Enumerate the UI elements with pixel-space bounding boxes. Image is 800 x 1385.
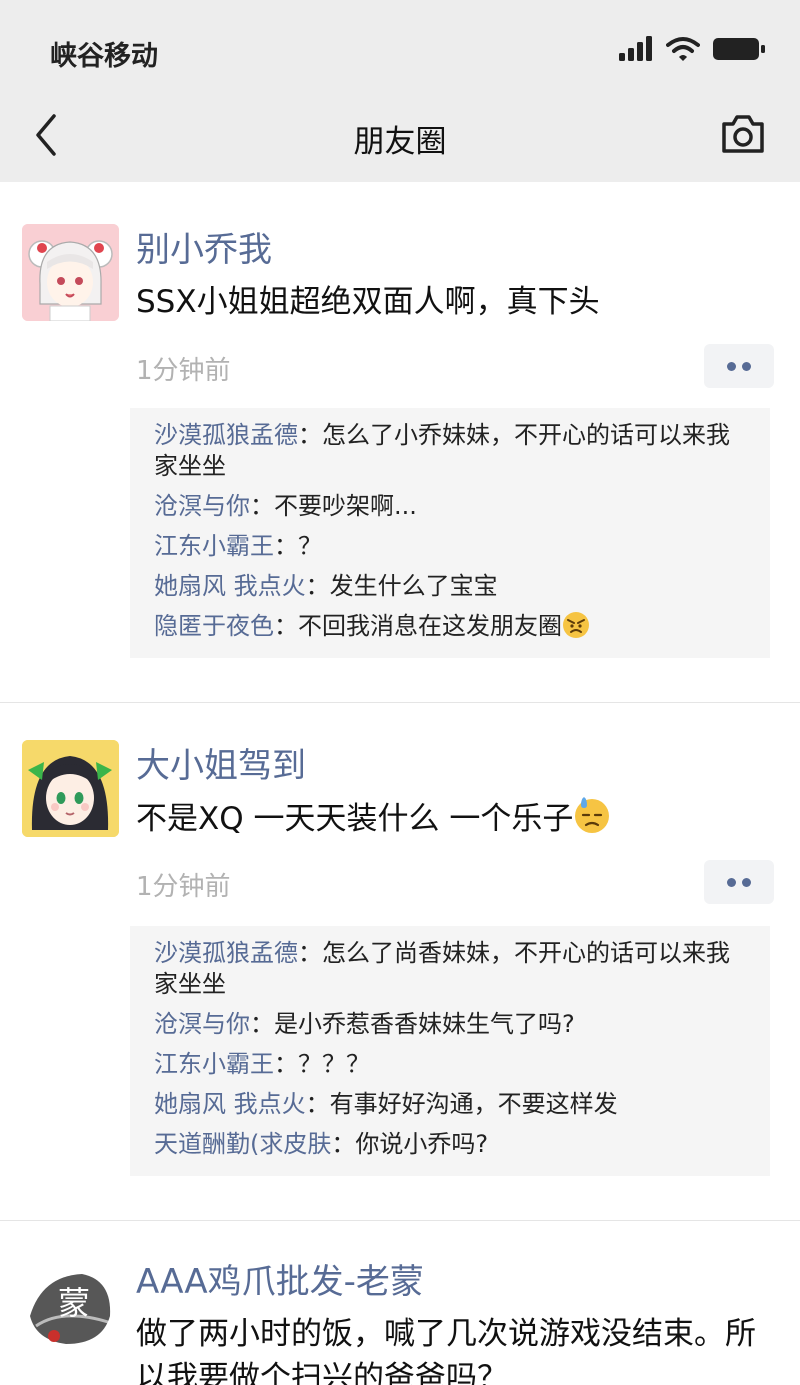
comment-text: ：不回我消息在这发朋友圈	[274, 612, 562, 640]
sweat-emoji-icon	[575, 797, 610, 833]
comment-author[interactable]: 隐匿于夜色	[154, 612, 274, 640]
top-bar: 峡谷移动 朋友圈	[0, 0, 800, 182]
comment-author[interactable]: 江东小霸王	[154, 532, 274, 560]
post-text: 做了两小时的饭，喊了几次说游戏没结束。所以我要做个扫兴的爸爸吗？	[136, 1316, 756, 1385]
comment[interactable]: 沧溟与你：是小乔惹香香妹妹生气了吗?	[154, 1009, 746, 1040]
comment-section: 沙漠孤狼孟德：怎么了尚香妹妹，不开心的话可以来我家坐坐 沧溟与你：是小乔惹香香妹…	[130, 926, 770, 1176]
post-author[interactable]: 别小乔我	[136, 222, 272, 271]
camera-button[interactable]	[720, 112, 766, 156]
comment-text: ：？？？	[274, 1050, 370, 1078]
comment-text: ：不要吵架啊...	[250, 492, 417, 520]
comment-text: ：是小乔惹香香妹妹生气了吗?	[250, 1010, 575, 1038]
battery-icon	[713, 38, 765, 60]
comment-author[interactable]: 沧溟与你	[154, 1010, 250, 1038]
post-text: SSX小姐姐超绝双面人啊，真下头	[136, 284, 600, 320]
comment-section: 沙漠孤狼孟德：怎么了小乔妹妹，不开心的话可以来我家坐坐 沧溟与你：不要吵架啊..…	[130, 408, 770, 658]
comment-text: ：发生什么了宝宝	[305, 572, 498, 600]
signal-icon	[619, 36, 652, 61]
post-text: 不是XQ 一天天装什么 一个乐子	[136, 796, 766, 841]
comment[interactable]: 沙漠孤狼孟德：怎么了小乔妹妹，不开心的话可以来我家坐坐	[154, 420, 746, 482]
comment[interactable]: 隐匿于夜色：不回我消息在这发朋友圈	[154, 611, 746, 642]
comment-author[interactable]: 沙漠孤狼孟德	[154, 939, 298, 967]
moment-post: 蒙 AAA鸡爪批发-老蒙 做了两小时的饭，喊了几次说游戏没结束。所以我要做个扫兴…	[0, 1220, 800, 1385]
comment-author[interactable]: 她扇风 我点火	[154, 572, 306, 600]
carrier-name: 峡谷移动	[50, 41, 158, 72]
avatar[interactable]	[22, 740, 119, 837]
angry-emoji-icon	[563, 612, 589, 638]
status-icons	[618, 36, 766, 62]
comment-text: ：你说小乔吗?	[331, 1130, 489, 1158]
moment-post: 别小乔我 SSX小姐姐超绝双面人啊，真下头 1分钟前 沙漠孤狼孟德：怎么了小乔妹…	[0, 182, 800, 702]
post-author[interactable]: 大小姐驾到	[136, 738, 306, 787]
comment-author[interactable]: 江东小霸王	[154, 1050, 274, 1078]
camera-icon	[722, 115, 764, 153]
comment[interactable]: 她扇风 我点火：发生什么了宝宝	[154, 571, 746, 602]
more-actions-button[interactable]	[704, 344, 774, 388]
moment-post: 大小姐驾到 不是XQ 一天天装什么 一个乐子 1分钟前 沙漠孤狼孟德：怎么了尚香…	[0, 702, 800, 1220]
page-title: 朋友圈	[353, 124, 447, 160]
avatar-glyph: 蒙	[58, 1284, 90, 1322]
comment-text: ：有事好好沟通，不要这样发	[305, 1090, 618, 1118]
post-time: 1分钟前	[136, 356, 231, 386]
comment[interactable]: 天道酬勤(求皮肤：你说小乔吗?	[154, 1129, 746, 1160]
comment-author[interactable]: 天道酬勤(求皮肤	[154, 1130, 331, 1158]
post-text-content: 不是XQ 一天天装什么 一个乐子	[136, 801, 574, 837]
wifi-icon	[666, 37, 700, 61]
post-author[interactable]: AAA鸡爪批发-老蒙	[136, 1254, 424, 1303]
comment-author[interactable]: 沧溟与你	[154, 492, 250, 520]
comment[interactable]: 沙漠孤狼孟德：怎么了尚香妹妹，不开心的话可以来我家坐坐	[154, 938, 746, 1000]
avatar[interactable]	[22, 224, 119, 321]
comment-author[interactable]: 她扇风 我点火	[154, 1090, 306, 1118]
comment[interactable]: 沧溟与你：不要吵架啊...	[154, 491, 746, 522]
avatar[interactable]: 蒙	[22, 1256, 119, 1353]
more-actions-button[interactable]	[704, 860, 774, 904]
comment[interactable]: 江东小霸王：？	[154, 531, 746, 562]
comment[interactable]: 江东小霸王：？？？	[154, 1049, 746, 1080]
comment[interactable]: 她扇风 我点火：有事好好沟通，不要这样发	[154, 1089, 746, 1120]
comment-text: ：？	[274, 532, 322, 560]
post-time: 1分钟前	[136, 872, 231, 902]
comment-author[interactable]: 沙漠孤狼孟德	[154, 421, 298, 449]
